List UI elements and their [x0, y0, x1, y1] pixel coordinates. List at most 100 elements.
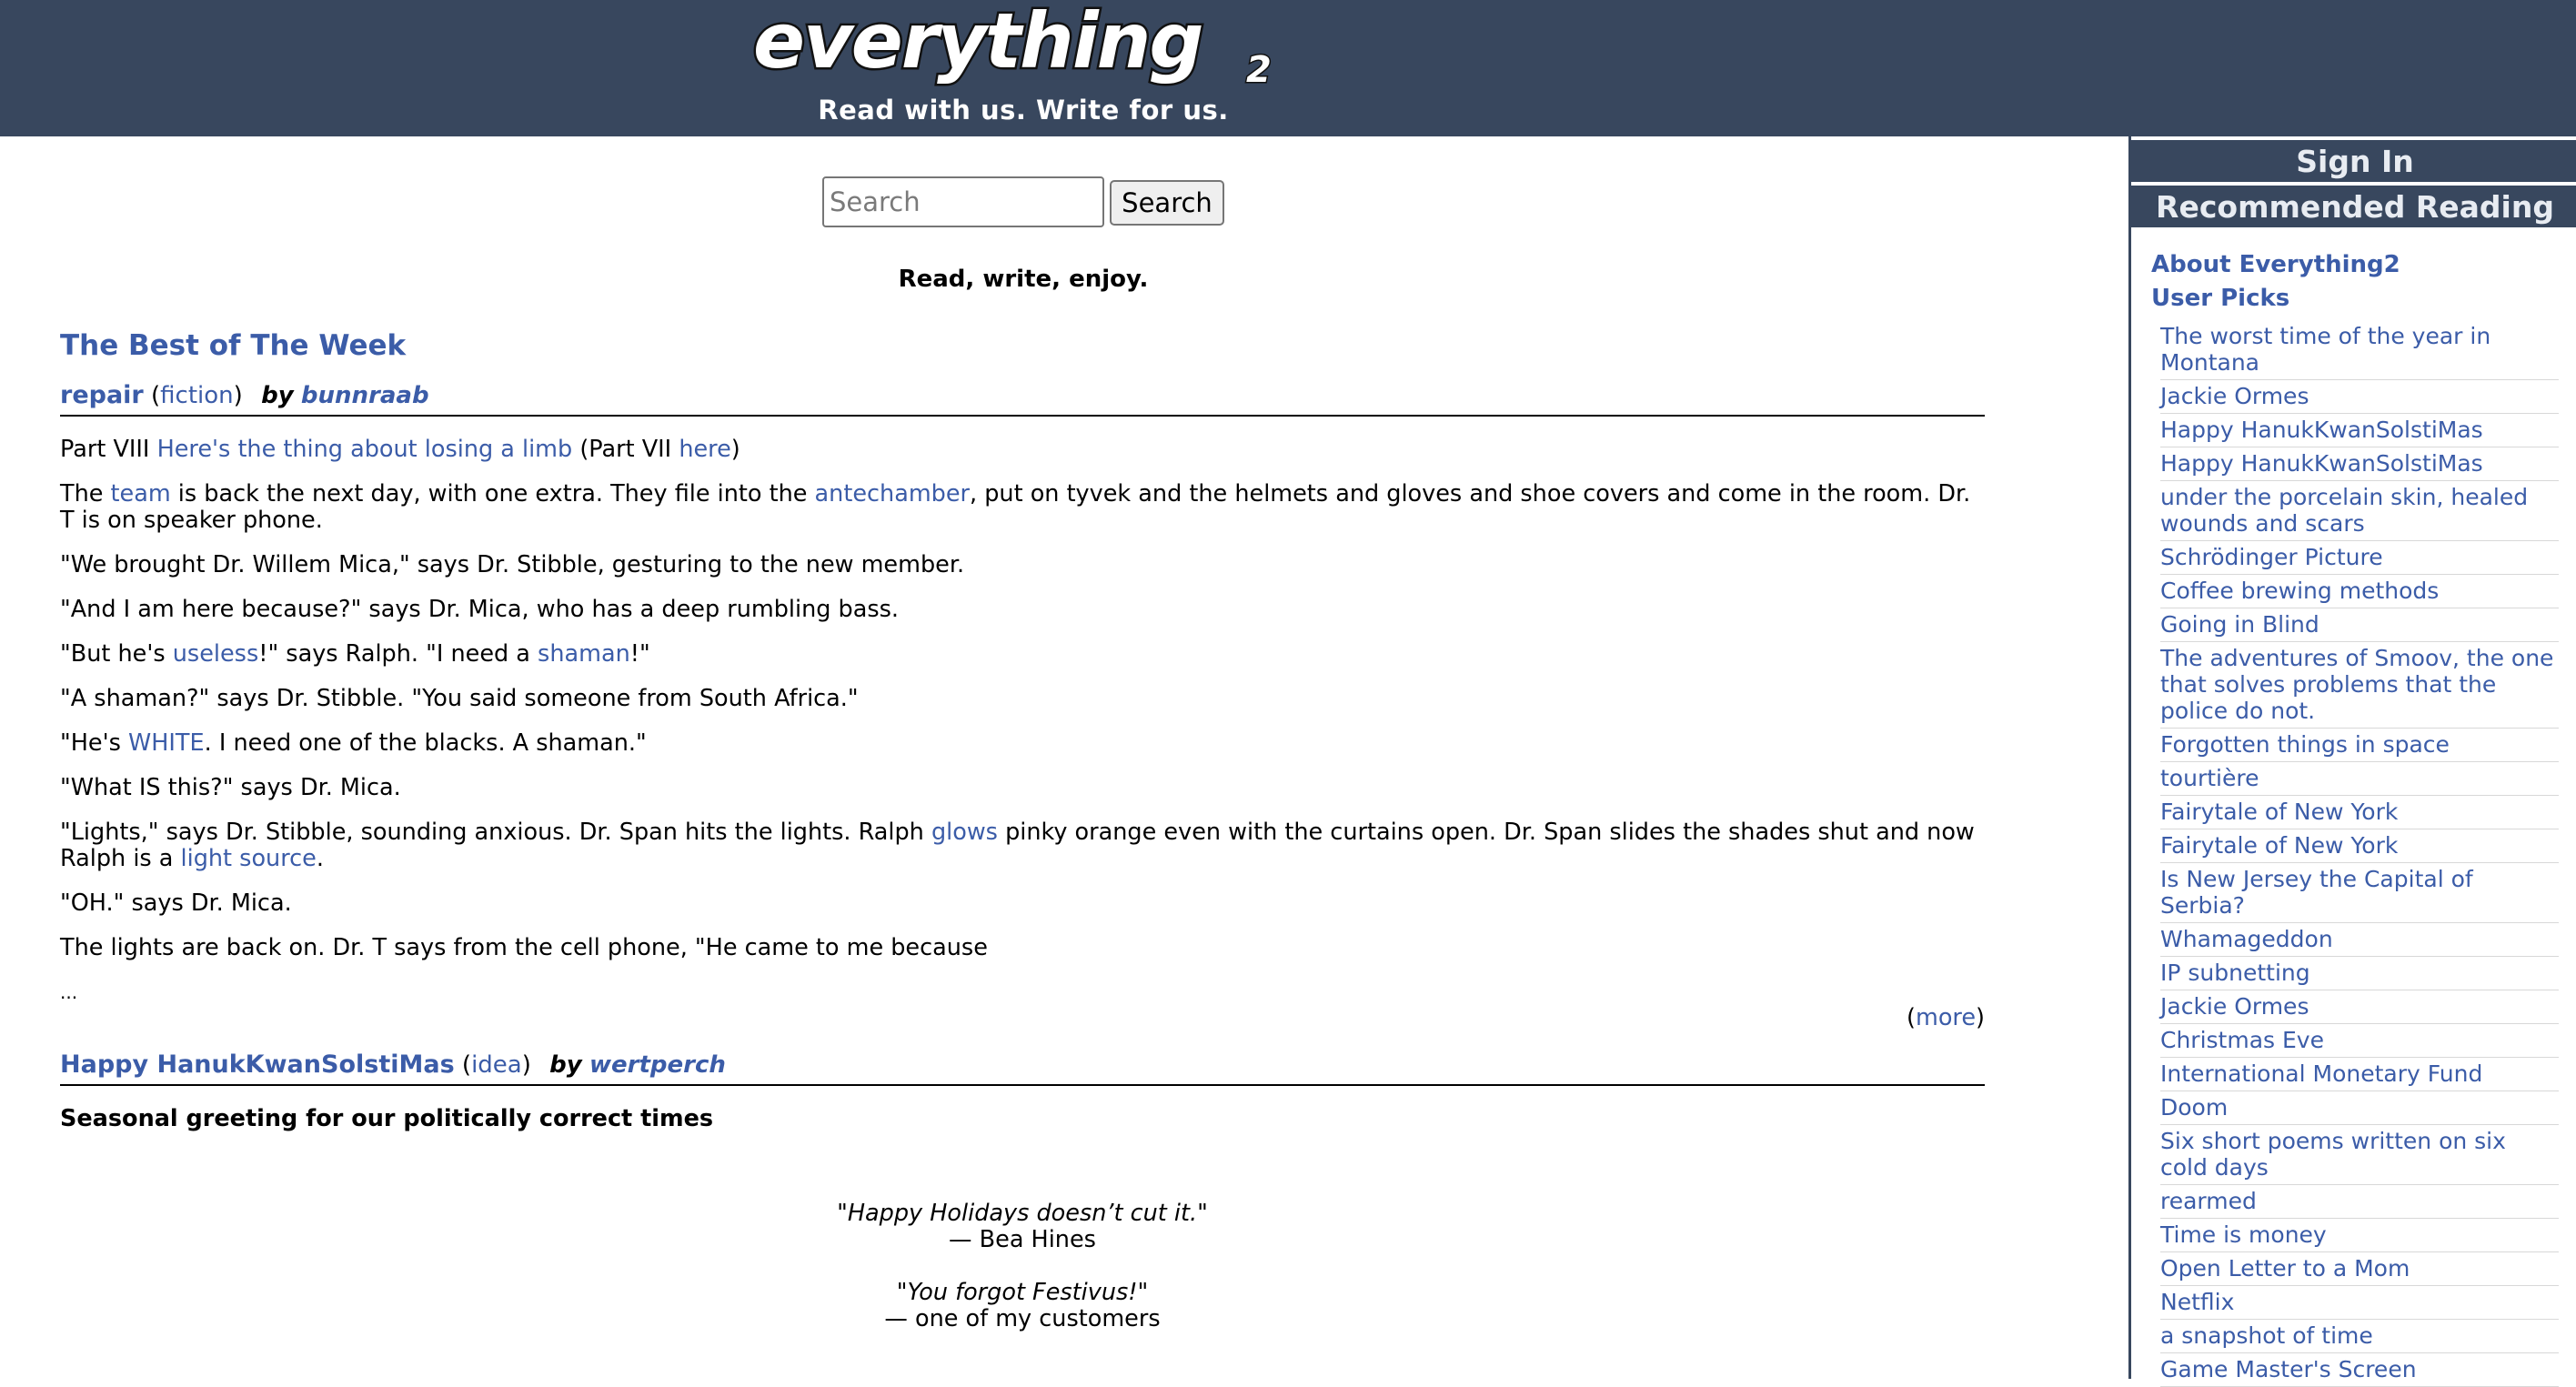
recommended-link[interactable]: Fairytale of New York	[2160, 799, 2398, 825]
quote-text: "You forgot Festivus!"	[896, 1279, 1149, 1306]
writeup-paragraph: "And I am here because?" says Dr. Mica, …	[60, 596, 900, 623]
recommended-link[interactable]: Happy HanukKwanSolstiMas	[2160, 450, 2483, 477]
recommended-link[interactable]: Doom	[2160, 1094, 2228, 1121]
text: . I need one of the blacks. A shaman."	[204, 729, 647, 757]
everything2-logo[interactable]: everything 2	[748, 5, 1299, 87]
recommended-link[interactable]: a snapshot of time	[2160, 1322, 2373, 1349]
text: Part VIII	[60, 436, 157, 463]
writeup-paragraph: "He's WHITE. I need one of the blacks. A…	[60, 730, 1985, 757]
recommended-link[interactable]: The worst time of the year in Montana	[2160, 323, 2490, 376]
list-item: Game Master's Screen	[2160, 1353, 2559, 1387]
text: .	[316, 845, 324, 872]
recommended-link[interactable]: rearmed	[2160, 1188, 2257, 1214]
epigraph-quote: "Happy Holidays doesn’t cut it." — Bea H…	[60, 1201, 1985, 1253]
list-item: Jackie Ormes	[2160, 990, 2559, 1024]
recommended-link[interactable]: under the porcelain skin, healed wounds …	[2160, 484, 2528, 537]
text: "But he's	[60, 640, 173, 668]
writeup-title-link[interactable]: Happy HanukKwanSolstiMas	[60, 1050, 455, 1079]
recommended-reading-header[interactable]: Recommended Reading	[2131, 186, 2576, 227]
section-title: The Best of The Week	[60, 329, 407, 362]
epigraph-quote: "You forgot Festivus!" — one of my custo…	[60, 1280, 1985, 1332]
list-item: Is New Jersey the Capital of Serbia?	[2160, 863, 2559, 923]
recommended-reading-label: Recommended Reading	[2156, 189, 2554, 225]
recommended-link[interactable]: Coffee brewing methods	[2160, 578, 2439, 604]
text: is back the next day, with one extra. Th…	[170, 480, 815, 508]
list-item: Netflix	[2160, 1286, 2559, 1320]
site-tagline: Read with us. Write for us.	[818, 95, 1229, 126]
list-item: Whamageddon	[2160, 923, 2559, 957]
list-item: Happy HanukKwanSolstiMas	[2160, 414, 2559, 447]
list-item: tourtière	[2160, 762, 2559, 796]
list-item: Happy HanukKwanSolstiMas	[2160, 447, 2559, 481]
inline-link[interactable]: antechamber	[815, 480, 970, 508]
quote-text: "Happy Holidays doesn’t cut it."	[837, 1200, 1208, 1227]
recommended-reading-list: The worst time of the year in Montana Jac…	[2160, 320, 2559, 1387]
recommended-link[interactable]: Going in Blind	[2160, 611, 2319, 638]
recommended-link[interactable]: Fairytale of New York	[2160, 832, 2398, 859]
inline-link[interactable]: shaman	[538, 640, 630, 668]
user-picks-link[interactable]: User Picks	[2151, 285, 2289, 312]
recommended-link[interactable]: Six short poems written on six cold days	[2160, 1128, 2506, 1181]
writeup-type-link[interactable]: fiction	[160, 382, 233, 409]
list-item: Fairytale of New York	[2160, 796, 2559, 829]
writeup-paragraph: "OH." says Dr. Mica.	[60, 889, 292, 917]
about-everything2-link[interactable]: About Everything2	[2151, 251, 2400, 278]
inline-link[interactable]: glows	[931, 819, 998, 846]
list-item: Six short poems written on six cold days	[2160, 1125, 2559, 1185]
list-item: Doom	[2160, 1091, 2559, 1125]
recommended-link[interactable]: Whamageddon	[2160, 926, 2333, 952]
inline-link[interactable]: useless	[173, 640, 258, 668]
inline-link[interactable]: here	[679, 436, 730, 463]
recommended-link[interactable]: Schrödinger Picture	[2160, 544, 2383, 570]
text: )	[730, 436, 740, 463]
list-item: Schrödinger Picture	[2160, 541, 2559, 575]
more-container: (more)	[1907, 1004, 1985, 1031]
list-item: Christmas Eve	[2160, 1024, 2559, 1058]
recommended-link[interactable]: Jackie Ormes	[2160, 383, 2309, 409]
recommended-link[interactable]: Jackie Ormes	[2160, 993, 2309, 1020]
text: !" says Ralph. "I need a	[258, 640, 538, 668]
inline-link[interactable]: light source	[181, 845, 317, 872]
list-item: Forgotten things in space	[2160, 729, 2559, 762]
text: The	[60, 480, 111, 508]
writeup-type-link[interactable]: idea	[471, 1051, 522, 1079]
writeup-paragraph: The lights are back on. Dr. T says from …	[60, 934, 988, 961]
recommended-link[interactable]: The adventures of Smoov, the one that so…	[2160, 645, 2553, 724]
inline-link[interactable]: WHITE	[128, 729, 205, 757]
site-header: everything 2 Read with us. Write for us.	[0, 0, 2576, 136]
text: "Lights," says Dr. Stibble, sounding anx…	[60, 819, 931, 846]
recommended-link[interactable]: Happy HanukKwanSolstiMas	[2160, 417, 2483, 443]
svg-text:everything: everything	[753, 5, 1202, 85]
recommended-link[interactable]: Netflix	[2160, 1289, 2234, 1315]
list-item: a snapshot of time	[2160, 1320, 2559, 1353]
sign-in-label: Sign In	[2296, 144, 2414, 179]
recommended-link[interactable]: tourtière	[2160, 765, 2259, 791]
list-item: rearmed	[2160, 1185, 2559, 1219]
writeup-title-link[interactable]: repair	[60, 381, 144, 409]
recommended-link[interactable]: IP subnetting	[2160, 960, 2310, 986]
text: (Part VII	[572, 436, 679, 463]
search-button[interactable]: Search	[1110, 180, 1224, 226]
writeup-header: repair (fiction) by bunnraab	[60, 380, 1985, 417]
quote-attribution: — one of my customers	[884, 1305, 1161, 1332]
search-input[interactable]	[822, 176, 1104, 227]
list-item: The worst time of the year in Montana	[2160, 320, 2559, 380]
inline-link[interactable]: team	[111, 480, 171, 508]
writeup-subtitle: Seasonal greeting for our politically co…	[60, 1105, 714, 1132]
inline-link[interactable]: Here's the thing about losing a limb	[157, 436, 573, 463]
sign-in-nodelet-header[interactable]: Sign In	[2131, 140, 2576, 182]
more-link[interactable]: more	[1916, 1004, 1976, 1031]
sidebar: Sign In Recommended Reading About Everyt…	[2128, 136, 2576, 1387]
recommended-link[interactable]: International Monetary Fund	[2160, 1060, 2482, 1087]
list-item: IP subnetting	[2160, 957, 2559, 990]
writeup-header: Happy HanukKwanSolstiMas (idea) by wertp…	[60, 1050, 1985, 1086]
recommended-link[interactable]: Is New Jersey the Capital of Serbia?	[2160, 866, 2473, 919]
recommended-link[interactable]: Christmas Eve	[2160, 1027, 2324, 1053]
recommended-link[interactable]: Forgotten things in space	[2160, 731, 2450, 758]
writeup-by-label: by	[261, 382, 294, 409]
writeup-author-link[interactable]: bunnraab	[301, 382, 429, 409]
writeup-ellipsis: ...	[60, 981, 78, 1003]
recommended-link[interactable]: Time is money	[2160, 1221, 2327, 1248]
writeup-author-link[interactable]: wertperch	[589, 1051, 726, 1079]
recommended-link[interactable]: Open Letter to a Mom	[2160, 1255, 2410, 1281]
